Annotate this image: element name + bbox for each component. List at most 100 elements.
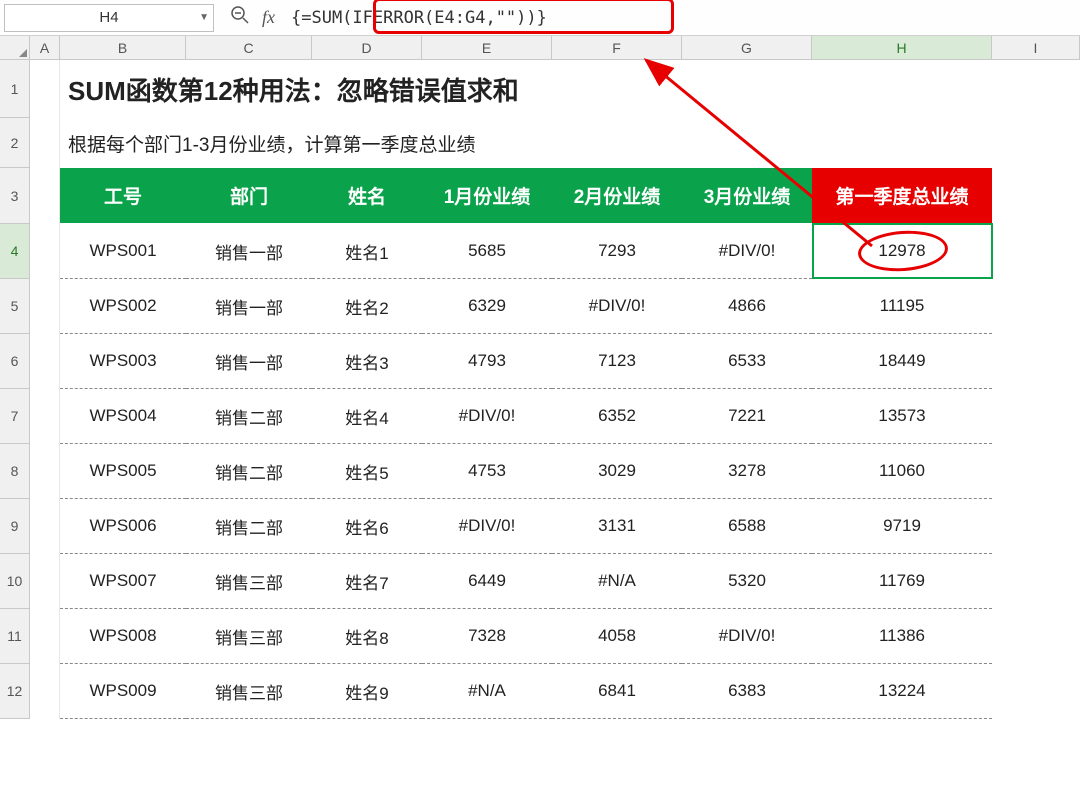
cell-m2[interactable]: 7293 bbox=[552, 224, 682, 279]
cell-A7[interactable] bbox=[30, 389, 60, 444]
cell-m2[interactable]: 4058 bbox=[552, 609, 682, 664]
col-header-F[interactable]: F bbox=[552, 36, 682, 59]
cell-total[interactable]: 13224 bbox=[812, 664, 992, 719]
cell-name[interactable]: 姓名5 bbox=[312, 444, 422, 499]
cell-dept[interactable]: 销售二部 bbox=[186, 444, 312, 499]
formula-input[interactable]: {=SUM(IFERROR(E4:G4,""))} bbox=[283, 8, 1076, 28]
cell-m1[interactable]: #N/A bbox=[422, 664, 552, 719]
col-header-D[interactable]: D bbox=[312, 36, 422, 59]
cell-total[interactable]: 11060 bbox=[812, 444, 992, 499]
title-cell[interactable]: SUM函数第12种用法：忽略错误值求和 bbox=[60, 60, 862, 118]
cell-m3[interactable]: 3278 bbox=[682, 444, 812, 499]
header-name[interactable]: 姓名 bbox=[312, 168, 422, 224]
cell-m1[interactable]: 7328 bbox=[422, 609, 552, 664]
cell-m2[interactable]: #DIV/0! bbox=[552, 279, 682, 334]
cell-m1[interactable]: 4793 bbox=[422, 334, 552, 389]
row-header-3[interactable]: 3 bbox=[0, 168, 30, 224]
cell-A5[interactable] bbox=[30, 279, 60, 334]
cell-id[interactable]: WPS008 bbox=[60, 609, 186, 664]
cell-A11[interactable] bbox=[30, 609, 60, 664]
cell-id[interactable]: WPS002 bbox=[60, 279, 186, 334]
row-header-12[interactable]: 12 bbox=[0, 664, 30, 719]
cell-id[interactable]: WPS003 bbox=[60, 334, 186, 389]
cell-name[interactable]: 姓名3 bbox=[312, 334, 422, 389]
col-header-A[interactable]: A bbox=[30, 36, 60, 59]
cell-m2[interactable]: 7123 bbox=[552, 334, 682, 389]
row-header-8[interactable]: 8 bbox=[0, 444, 30, 499]
cell-m1[interactable]: 4753 bbox=[422, 444, 552, 499]
cell-id[interactable]: WPS005 bbox=[60, 444, 186, 499]
cell-name[interactable]: 姓名9 bbox=[312, 664, 422, 719]
row-header-4[interactable]: 4 bbox=[0, 224, 30, 279]
cell-m3[interactable]: #DIV/0! bbox=[682, 224, 812, 279]
cell-name[interactable]: 姓名1 bbox=[312, 224, 422, 279]
cell-id[interactable]: WPS004 bbox=[60, 389, 186, 444]
header-m1[interactable]: 1月份业绩 bbox=[422, 168, 552, 224]
col-header-H[interactable]: H bbox=[812, 36, 992, 59]
cell-name[interactable]: 姓名6 bbox=[312, 499, 422, 554]
cell-m1[interactable]: 6449 bbox=[422, 554, 552, 609]
cell-m3[interactable]: 6588 bbox=[682, 499, 812, 554]
header-m2[interactable]: 2月份业绩 bbox=[552, 168, 682, 224]
row-header-6[interactable]: 6 bbox=[0, 334, 30, 389]
cell-name[interactable]: 姓名8 bbox=[312, 609, 422, 664]
col-header-C[interactable]: C bbox=[186, 36, 312, 59]
row-header-5[interactable]: 5 bbox=[0, 279, 30, 334]
row-header-7[interactable]: 7 bbox=[0, 389, 30, 444]
cell-m2[interactable]: 3131 bbox=[552, 499, 682, 554]
cell-dept[interactable]: 销售一部 bbox=[186, 279, 312, 334]
cell-A1[interactable] bbox=[30, 60, 60, 118]
cell-m3[interactable]: 6383 bbox=[682, 664, 812, 719]
fx-icon[interactable]: fx bbox=[262, 7, 275, 28]
cell-dept[interactable]: 销售一部 bbox=[186, 334, 312, 389]
cell-total[interactable]: 9719 bbox=[812, 499, 992, 554]
cell-id[interactable]: WPS009 bbox=[60, 664, 186, 719]
col-header-E[interactable]: E bbox=[422, 36, 552, 59]
cell-A8[interactable] bbox=[30, 444, 60, 499]
cell-m3[interactable]: 5320 bbox=[682, 554, 812, 609]
cell-id[interactable]: WPS006 bbox=[60, 499, 186, 554]
row-header-1[interactable]: 1 bbox=[0, 60, 30, 118]
subtitle-cell[interactable]: 根据每个部门1-3月份业绩，计算第一季度总业绩 bbox=[60, 118, 862, 168]
cell-dept[interactable]: 销售三部 bbox=[186, 609, 312, 664]
cell-A6[interactable] bbox=[30, 334, 60, 389]
cell-A9[interactable] bbox=[30, 499, 60, 554]
cell-id[interactable]: WPS001 bbox=[60, 224, 186, 279]
header-id[interactable]: 工号 bbox=[60, 168, 186, 224]
cell-total[interactable]: 18449 bbox=[812, 334, 992, 389]
header-m3[interactable]: 3月份业绩 bbox=[682, 168, 812, 224]
row-header-10[interactable]: 10 bbox=[0, 554, 30, 609]
header-total[interactable]: 第一季度总业绩 bbox=[812, 168, 992, 224]
cell-m2[interactable]: 6841 bbox=[552, 664, 682, 719]
cell-m1[interactable]: 5685 bbox=[422, 224, 552, 279]
cell-m1[interactable]: #DIV/0! bbox=[422, 499, 552, 554]
cell-m3[interactable]: 7221 bbox=[682, 389, 812, 444]
cell-A12[interactable] bbox=[30, 664, 60, 719]
cell-A2[interactable] bbox=[30, 118, 60, 168]
zoom-out-icon[interactable] bbox=[230, 5, 250, 30]
cell-m3[interactable]: 6533 bbox=[682, 334, 812, 389]
cell-m3[interactable]: #DIV/0! bbox=[682, 609, 812, 664]
cell-name[interactable]: 姓名4 bbox=[312, 389, 422, 444]
cell-m2[interactable]: 6352 bbox=[552, 389, 682, 444]
cell-A3[interactable] bbox=[30, 168, 60, 224]
cell-name[interactable]: 姓名7 bbox=[312, 554, 422, 609]
cell-dept[interactable]: 销售三部 bbox=[186, 554, 312, 609]
row-header-9[interactable]: 9 bbox=[0, 499, 30, 554]
select-all-corner[interactable] bbox=[0, 36, 30, 59]
chevron-down-icon[interactable]: ▼ bbox=[199, 12, 209, 23]
cell-id[interactable]: WPS007 bbox=[60, 554, 186, 609]
cell-dept[interactable]: 销售二部 bbox=[186, 389, 312, 444]
cell-m2[interactable]: 3029 bbox=[552, 444, 682, 499]
cell-A10[interactable] bbox=[30, 554, 60, 609]
cell-m1[interactable]: 6329 bbox=[422, 279, 552, 334]
cell-A4[interactable] bbox=[30, 224, 60, 279]
cell-name[interactable]: 姓名2 bbox=[312, 279, 422, 334]
cell-total[interactable]: 13573 bbox=[812, 389, 992, 444]
name-box[interactable]: H4 ▼ bbox=[4, 4, 214, 32]
cell-dept[interactable]: 销售三部 bbox=[186, 664, 312, 719]
row-header-2[interactable]: 2 bbox=[0, 118, 30, 168]
cell-total[interactable]: 12978 bbox=[812, 224, 992, 279]
header-dept[interactable]: 部门 bbox=[186, 168, 312, 224]
col-header-I[interactable]: I bbox=[992, 36, 1080, 59]
